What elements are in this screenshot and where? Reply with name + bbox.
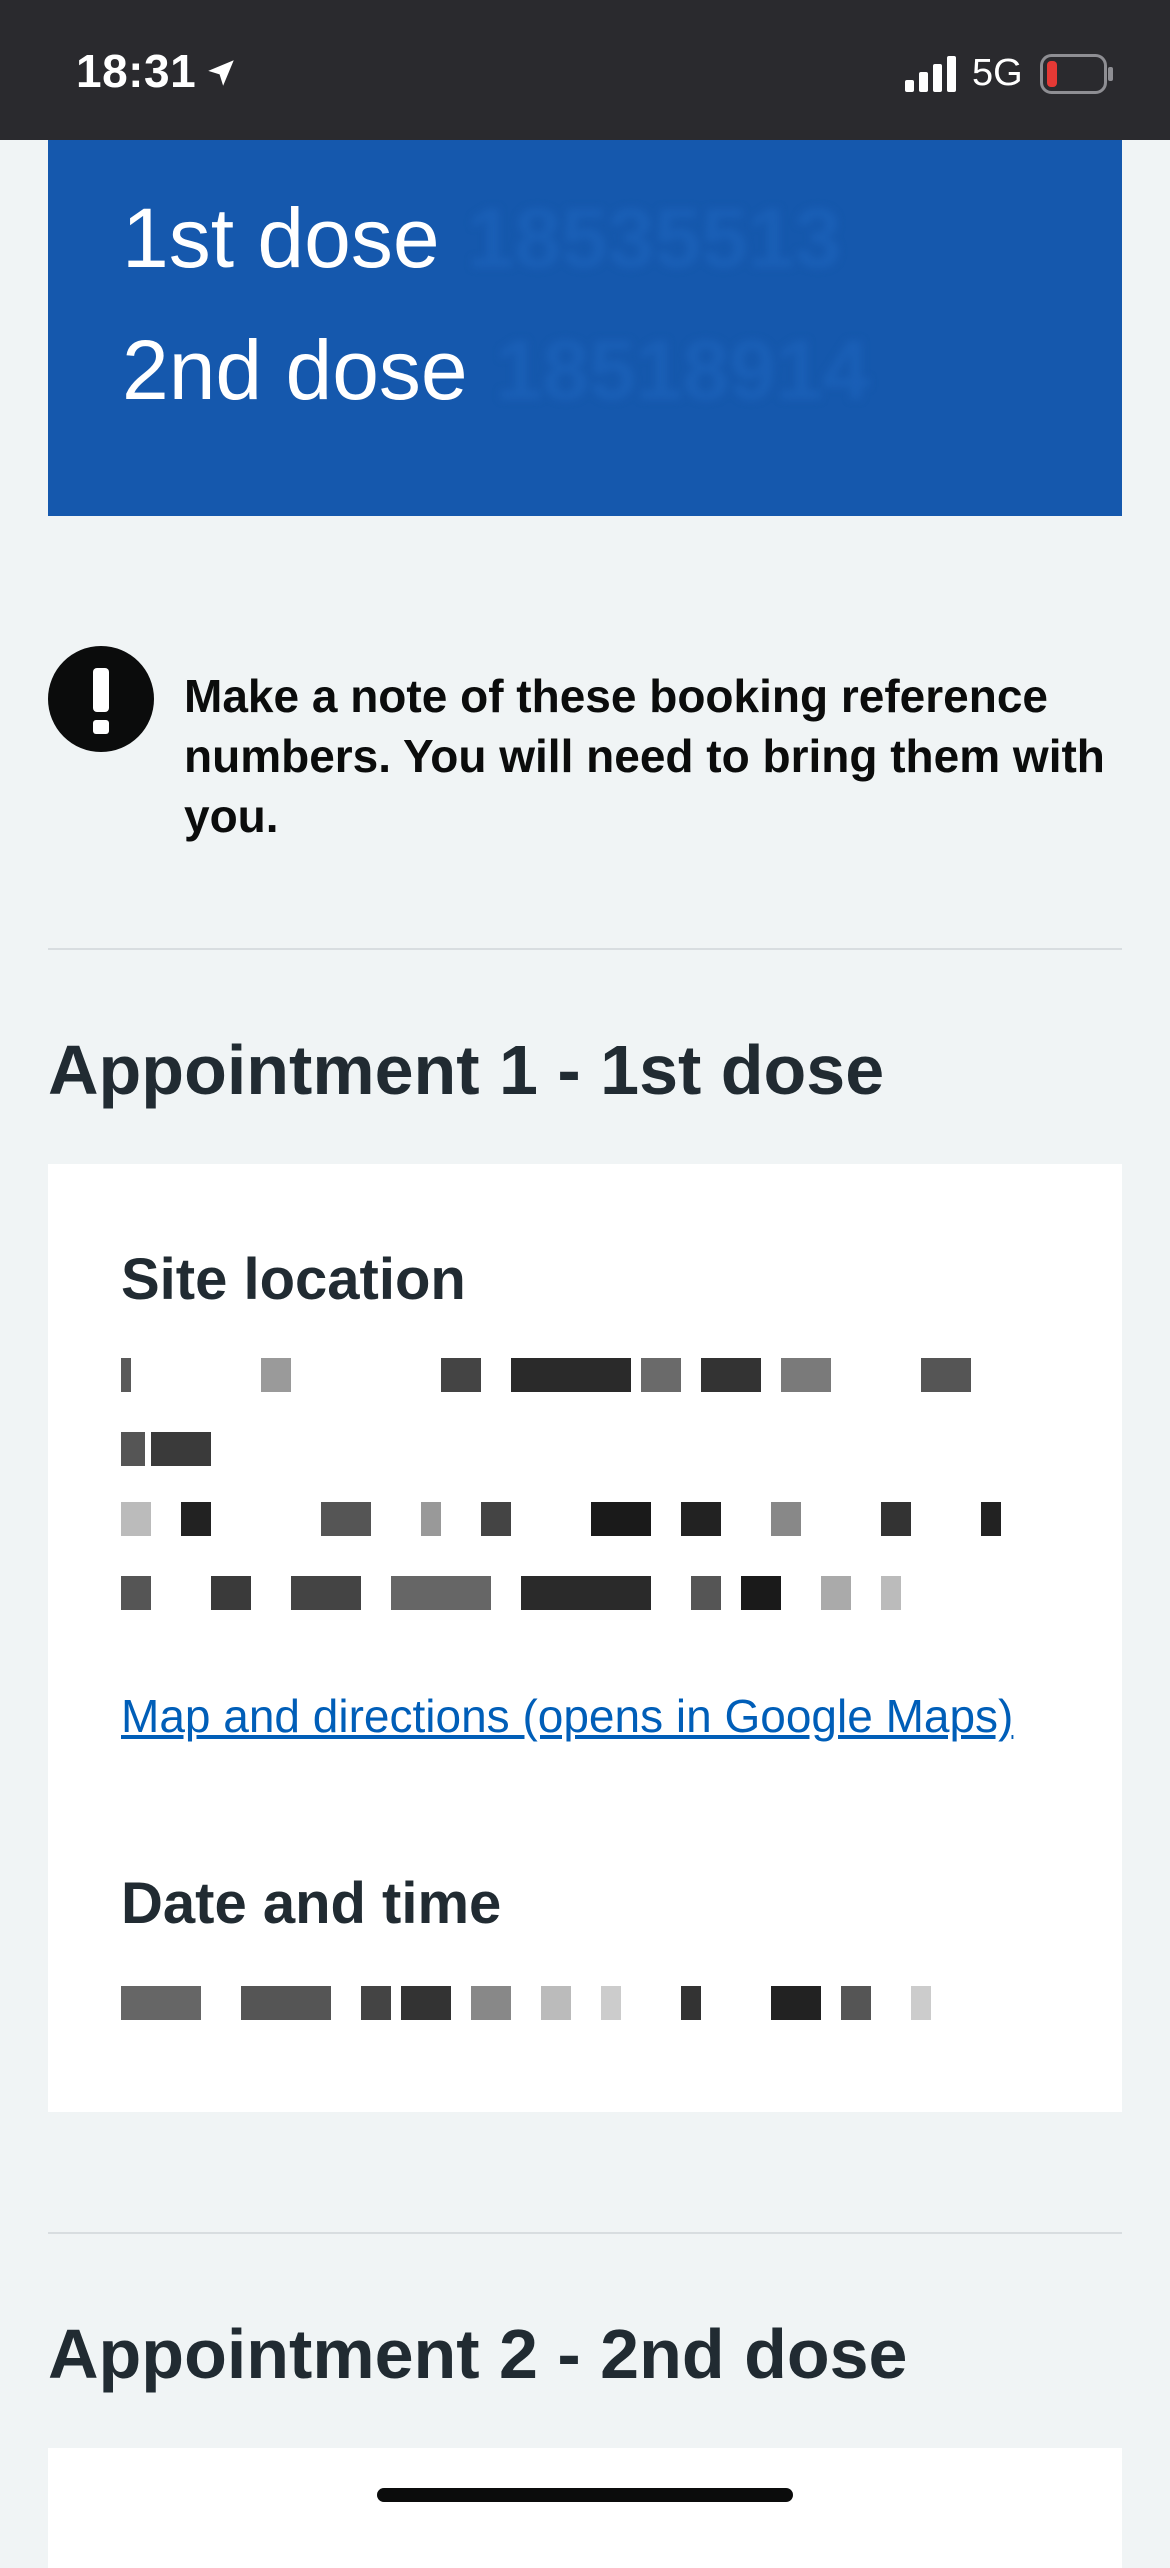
appointment-2-card	[48, 2448, 1122, 2568]
redacted-address-line	[121, 1432, 281, 1466]
status-bar: 18:31 5G	[0, 0, 1170, 140]
redacted-date-line	[121, 1986, 941, 2020]
appointment-1-card: Site location Map and directions (opens …	[48, 1164, 1122, 2112]
second-dose-ref-number: 18518914	[495, 323, 870, 417]
appointment-1-heading: Appointment 1 - 1st dose	[48, 1031, 885, 1109]
first-dose-label: 1st dose	[122, 191, 440, 285]
first-dose-ref-number: 18535513	[467, 191, 842, 285]
date-time-label: Date and time	[121, 1871, 502, 1936]
network-type: 5G	[972, 52, 1023, 94]
booking-reference-panel: 1st dose 18535513 2nd dose 18518914	[48, 140, 1122, 516]
first-dose-reference: 1st dose 18535513	[122, 190, 841, 287]
section-divider	[48, 2232, 1122, 2234]
section-divider	[48, 948, 1122, 950]
second-dose-reference: 2nd dose 18518914	[122, 322, 869, 419]
second-dose-label: 2nd dose	[122, 323, 468, 417]
location-arrow-icon	[208, 60, 234, 86]
site-location-label: Site location	[121, 1247, 466, 1312]
redacted-address-line	[121, 1502, 1001, 1536]
redacted-address-line	[121, 1576, 961, 1610]
booking-reference-warning: Make a note of these booking reference n…	[184, 670, 1105, 842]
home-indicator[interactable]	[377, 2488, 793, 2502]
redacted-address-line	[121, 1358, 1021, 1392]
status-time: 18:31	[76, 45, 197, 97]
appointment-2-heading: Appointment 2 - 2nd dose	[48, 2315, 908, 2393]
map-directions-link[interactable]: Map and directions (opens in Google Maps…	[121, 1680, 1041, 1752]
cellular-signal-icon	[905, 56, 956, 92]
exclamation-icon	[48, 646, 154, 752]
battery-low-icon	[1040, 54, 1113, 94]
